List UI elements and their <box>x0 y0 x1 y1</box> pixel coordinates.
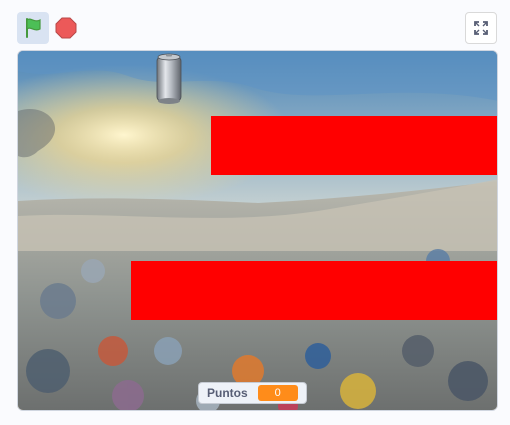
fullscreen-icon <box>474 21 488 35</box>
score-label: Puntos <box>207 386 248 400</box>
score-value: 0 <box>257 385 298 401</box>
fullscreen-button[interactable] <box>465 12 497 44</box>
stop-button[interactable] <box>52 12 80 44</box>
green-flag-icon <box>26 18 41 38</box>
green-flag-button[interactable] <box>17 12 49 44</box>
red-bar-top <box>211 116 497 175</box>
landfill-backdrop <box>18 51 497 410</box>
score-monitor[interactable]: Puntos 0 <box>198 382 307 404</box>
aluminum-can-sprite[interactable] <box>154 51 184 105</box>
player-toolbar <box>0 0 510 50</box>
stop-sign-icon <box>55 17 77 39</box>
game-stage[interactable]: Puntos 0 <box>17 50 498 411</box>
red-bar-bottom <box>131 261 497 320</box>
